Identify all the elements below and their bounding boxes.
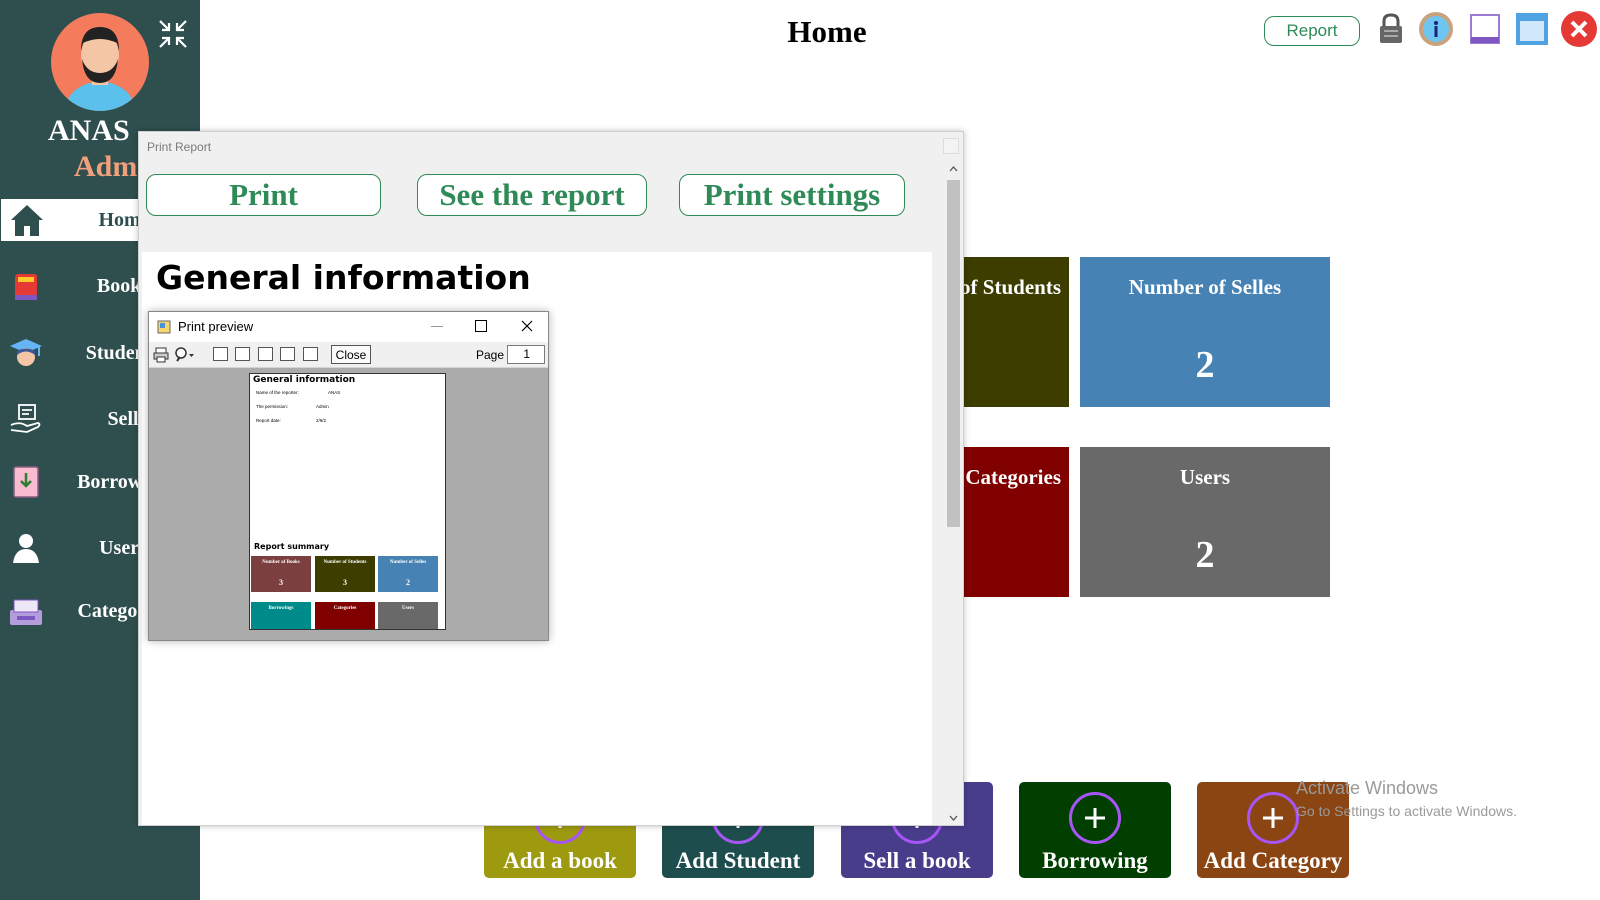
sheet-row-label: Report date: xyxy=(256,418,281,423)
tile-value: 2 xyxy=(1195,534,1215,576)
preview-app-icon xyxy=(157,320,171,334)
mini-tile-value: 3 xyxy=(343,578,347,587)
tile-value: 2 xyxy=(1195,344,1215,386)
home-icon xyxy=(7,200,47,240)
sell-icon xyxy=(6,399,46,439)
tile-users: Users 2 xyxy=(1080,447,1330,597)
one-page-icon[interactable] xyxy=(213,347,228,361)
tile-label: Users xyxy=(1179,465,1231,489)
sheet-row-value: Admin xyxy=(316,404,329,409)
mini-tile-value: 3 xyxy=(279,578,283,587)
preview-title: Print preview xyxy=(178,319,254,334)
plus-icon xyxy=(1247,792,1299,844)
see-report-button[interactable]: See the report xyxy=(417,174,647,216)
mini-tile-label: Borrowings xyxy=(268,606,294,611)
minimize-icon[interactable] xyxy=(431,326,443,328)
report-heading: General information xyxy=(156,258,531,297)
activation-title: Activate Windows xyxy=(1296,778,1439,798)
scroll-down-icon[interactable] xyxy=(949,815,958,822)
sheet-title: General information xyxy=(253,375,356,385)
mini-tile-label: Number of Books xyxy=(262,560,300,565)
sheet-row-label: The permission: xyxy=(256,404,289,409)
mini-tile-value: 2 xyxy=(406,578,410,587)
borrowing-button[interactable]: Borrowing xyxy=(1019,782,1171,878)
mini-tile-label: Number of Students xyxy=(323,560,367,565)
page-title: Home xyxy=(787,14,867,49)
scrollbar-thumb[interactable] xyxy=(947,180,960,527)
collapse-sidebar-icon[interactable] xyxy=(157,18,189,50)
mini-tile-books: Number of Books 3 xyxy=(251,556,311,592)
mini-tile-label: Categories xyxy=(333,606,357,611)
two-pages-icon[interactable] xyxy=(235,347,250,361)
sheet-row-value: ANAS xyxy=(328,390,341,395)
tile-number-of-selles: Number of Selles 2 xyxy=(1080,257,1330,407)
print-button[interactable]: Print xyxy=(146,174,381,216)
dialog-close-button[interactable] xyxy=(943,138,959,154)
four-pages-icon[interactable] xyxy=(280,347,295,361)
mini-tile-label: Users xyxy=(402,606,414,611)
borrowing-icon xyxy=(6,462,46,502)
preview-toolbar: Close Page 1 xyxy=(149,342,548,368)
maximize-icon[interactable] xyxy=(475,320,487,332)
action-label: Add Student xyxy=(675,848,801,873)
windows-activation-notice: Activate Windows Go to Settings to activ… xyxy=(1296,778,1517,819)
print-preview-window: Print preview Close Page 1 General infor… xyxy=(148,311,549,641)
tile-label: Categories xyxy=(965,465,1061,489)
dialog-title: Print Report xyxy=(147,140,212,154)
six-pages-icon[interactable] xyxy=(303,347,318,361)
preview-close-button[interactable]: Close xyxy=(331,345,371,364)
mini-tile-borrowings: Borrowings xyxy=(251,602,311,629)
lock-icon[interactable] xyxy=(1372,10,1410,48)
scroll-up-icon[interactable] xyxy=(949,165,958,172)
mini-tile-users: Users xyxy=(378,602,438,629)
plus-icon xyxy=(1069,792,1121,844)
activation-subtitle: Go to Settings to activate Windows. xyxy=(1296,803,1517,819)
minimize-icon[interactable] xyxy=(1466,10,1504,48)
mini-tile-label: Number of Selles xyxy=(389,560,427,565)
preview-sheet: General information Name of the reporter… xyxy=(249,373,446,630)
action-label: Sell a book xyxy=(863,848,971,873)
close-icon[interactable] xyxy=(521,320,533,332)
book-icon xyxy=(6,266,46,306)
sheet-row-label: Name of the reporter: xyxy=(256,390,299,395)
report-button[interactable]: Report xyxy=(1264,16,1360,46)
zoom-icon[interactable] xyxy=(173,346,195,364)
vertical-scrollbar[interactable] xyxy=(945,162,962,825)
tile-label: Number of Selles xyxy=(1128,275,1282,299)
printer-icon[interactable] xyxy=(153,347,169,363)
page-label: Page xyxy=(476,348,505,362)
user-icon xyxy=(6,528,46,568)
user-name: ANAS xyxy=(48,114,130,147)
print-settings-button[interactable]: Print settings xyxy=(679,174,905,216)
sheet-summary-title: Report summary xyxy=(254,542,330,551)
categories-icon xyxy=(6,591,46,631)
avatar xyxy=(51,13,149,111)
preview-titlebar: Print preview xyxy=(149,312,548,342)
maximize-icon[interactable] xyxy=(1513,10,1551,48)
action-label: Borrowing xyxy=(1042,848,1148,873)
action-label: Add Category xyxy=(1203,848,1343,873)
sheet-row-value: 2/9/2 xyxy=(316,418,327,423)
graduate-icon xyxy=(6,333,46,373)
mini-tile-students: Number of Students 3 xyxy=(315,556,375,592)
info-icon[interactable] xyxy=(1417,10,1455,48)
close-icon[interactable] xyxy=(1560,10,1598,48)
mini-tile-categories: Categories xyxy=(315,602,375,629)
mini-tile-selles: Number of Selles 2 xyxy=(378,556,438,592)
action-label: Add a book xyxy=(503,848,617,873)
three-pages-icon[interactable] xyxy=(258,347,273,361)
page-stepper[interactable]: 1 xyxy=(507,345,545,364)
